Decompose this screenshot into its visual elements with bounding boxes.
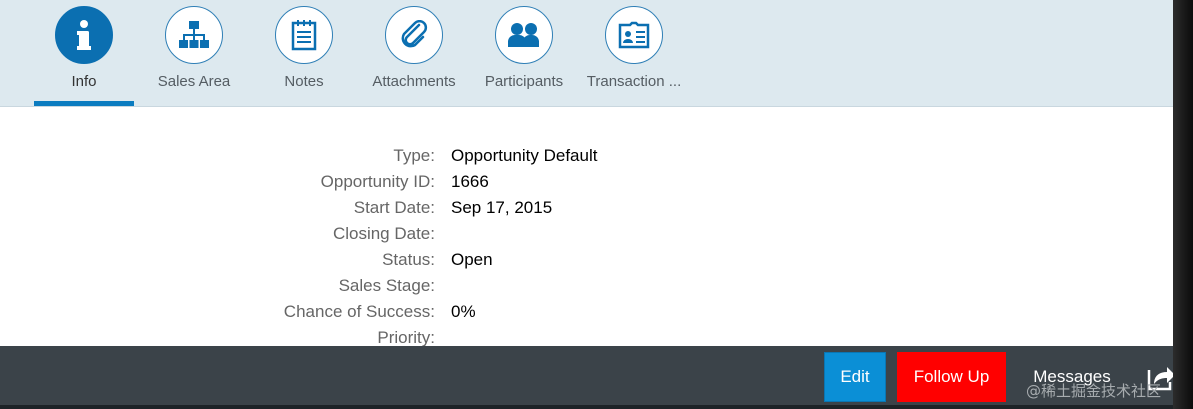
edit-button[interactable]: Edit [824, 352, 886, 402]
field-label: Type: [393, 146, 435, 165]
field-value: Sep 17, 2015 [451, 198, 553, 217]
tab-attachments[interactable]: Attachments [359, 0, 469, 106]
org-chart-icon [165, 6, 223, 64]
field-value: Opportunity Default [451, 146, 598, 165]
tab-label: Sales Area [157, 73, 231, 90]
field-label: Sales Stage: [338, 276, 435, 295]
tab-participants[interactable]: Participants [469, 0, 579, 106]
tab-label: Notes [284, 73, 324, 90]
icon-tab-bar: Info Sales Area Notes Attachments Partic… [0, 0, 1173, 107]
field-label: Start Date: [353, 198, 435, 217]
tab-label: Attachments [372, 73, 456, 90]
opportunity-detail-page: Info Sales Area Notes Attachments Partic… [0, 0, 1173, 409]
bottom-edge [0, 405, 1173, 409]
field-label: Priority: [377, 328, 435, 347]
footer-toolbar: Edit Follow Up Messages [0, 346, 1173, 409]
field-opportunity-id: Opportunity ID: 1666 [0, 172, 800, 196]
field-value: Open [451, 250, 493, 269]
paperclip-icon [385, 6, 443, 64]
tab-label: Transaction ... [586, 73, 682, 90]
tab-label: Participants [484, 73, 564, 90]
field-sales-stage: Sales Stage: [0, 276, 800, 300]
scroll-edge [1173, 0, 1193, 409]
tab-transaction[interactable]: Transaction ... [579, 0, 689, 106]
field-chance-of-success: Chance of Success: 0% [0, 302, 800, 326]
field-value: 0% [451, 302, 476, 321]
tab-notes[interactable]: Notes [249, 0, 359, 106]
watermark: @稀土掘金技术社区 [1026, 382, 1162, 400]
id-card-icon [605, 6, 663, 64]
follow-up-button[interactable]: Follow Up [897, 352, 1006, 402]
field-label: Closing Date: [332, 224, 435, 243]
field-value: 1666 [451, 172, 489, 191]
field-label: Status: [382, 250, 435, 269]
field-closing-date: Closing Date: [0, 224, 800, 248]
field-type: Type: Opportunity Default [0, 146, 800, 170]
info-icon [55, 6, 113, 64]
field-status: Status: Open [0, 250, 800, 274]
field-label: Opportunity ID: [320, 172, 435, 191]
field-start-date: Start Date: Sep 17, 2015 [0, 198, 800, 222]
tab-info[interactable]: Info [29, 0, 139, 106]
people-icon [495, 6, 553, 64]
selected-tab-indicator [34, 101, 134, 106]
tab-sales-area[interactable]: Sales Area [139, 0, 249, 106]
tab-label: Info [71, 73, 97, 90]
field-label: Chance of Success: [283, 302, 435, 321]
notes-icon [275, 6, 333, 64]
